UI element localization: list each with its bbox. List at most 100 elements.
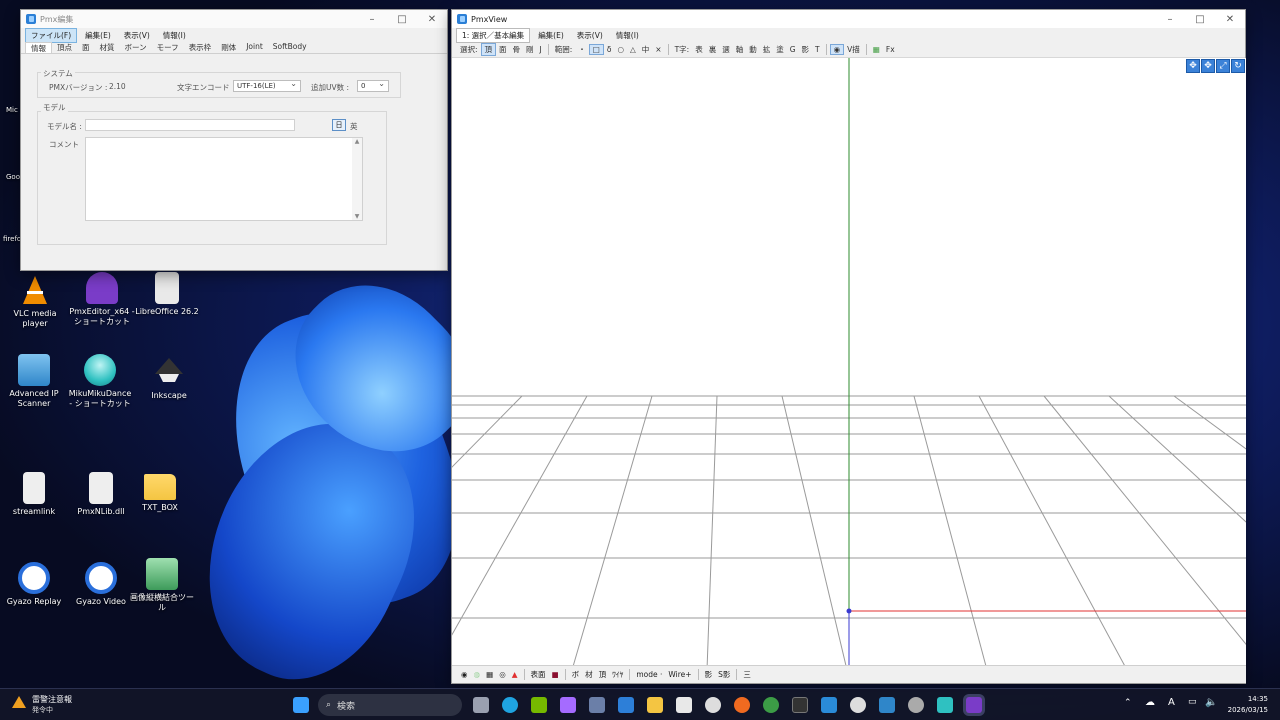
- range-center-button[interactable]: 中: [639, 44, 653, 55]
- pmxeditor-taskbar-icon[interactable]: [966, 697, 982, 713]
- mode-button[interactable]: mode ·: [633, 670, 665, 679]
- axis-front-button[interactable]: 表: [692, 44, 706, 55]
- menu-edit[interactable]: 編集(E): [533, 29, 569, 42]
- onedrive-icon[interactable]: ☁: [1145, 697, 1155, 708]
- obs-icon[interactable]: [908, 697, 924, 713]
- menu-info[interactable]: 情報(I): [158, 29, 191, 42]
- nvidia-icon[interactable]: [531, 697, 547, 713]
- menu-edit[interactable]: 編集(E): [80, 29, 116, 42]
- 3d-viewport[interactable]: ✥ ✥ ⤢ ↻: [452, 58, 1246, 670]
- chrome-icon[interactable]: [763, 697, 779, 713]
- axis-scale-button[interactable]: 拡: [760, 44, 774, 55]
- desktop-edge-label-1[interactable]: Mic: [6, 106, 18, 114]
- desktop-icon-inkscape[interactable]: Inkscape: [135, 356, 203, 401]
- wire-button[interactable]: ﾜｲﾔ: [609, 669, 626, 680]
- network-icon[interactable]: ▭: [1188, 697, 1197, 707]
- desktop-icon-vlc[interactable]: VLC media player: [1, 274, 69, 329]
- vscode-icon[interactable]: [821, 697, 837, 713]
- menu-view[interactable]: 表示(V): [119, 29, 155, 42]
- axis-t-button[interactable]: T: [812, 45, 823, 54]
- material-button[interactable]: 材: [582, 669, 596, 680]
- range-clear-button[interactable]: ×: [652, 45, 664, 54]
- firefox-icon[interactable]: [734, 697, 750, 713]
- menu-lines-button[interactable]: 三: [740, 669, 754, 680]
- vdraw-button[interactable]: V描: [844, 44, 863, 55]
- app-icon[interactable]: [618, 697, 634, 713]
- copilot-icon[interactable]: [560, 697, 576, 713]
- comment-scrollbar[interactable]: ▲ ▼: [352, 138, 362, 220]
- desktop-icon-pmxeditor[interactable]: PmxEditor_x64 - ショートカット: [68, 272, 136, 327]
- axis-select-button[interactable]: 選: [719, 44, 733, 55]
- wire-plus-button[interactable]: Wire+: [665, 670, 694, 679]
- tab-vertex[interactable]: 頂点: [52, 42, 77, 53]
- select-vertex-button[interactable]: 頂: [480, 43, 497, 56]
- axis-axis-button[interactable]: 軸: [733, 44, 747, 55]
- zoom-icon[interactable]: ⤢: [1216, 59, 1230, 73]
- terminal-icon[interactable]: [792, 697, 808, 713]
- axis-g-button[interactable]: G: [787, 45, 799, 54]
- taskbar-search[interactable]: ⌕ 検索: [318, 694, 462, 716]
- tab-face[interactable]: 面: [77, 42, 95, 53]
- range-circle-button[interactable]: ○: [614, 45, 627, 54]
- tab-material[interactable]: 材質: [95, 42, 120, 53]
- fx-button[interactable]: Fx: [883, 45, 898, 54]
- axis-shadow-button[interactable]: 影: [799, 44, 813, 55]
- mmd-taskbar-icon[interactable]: [937, 697, 953, 713]
- tab-bone[interactable]: ボーン: [120, 42, 152, 53]
- menu-file[interactable]: ファイル(F): [25, 27, 78, 43]
- bottom-toggle-icon[interactable]: ▦: [483, 670, 496, 679]
- select-joint-button[interactable]: J: [537, 45, 545, 54]
- additional-uv-select[interactable]: 0: [357, 79, 389, 92]
- store-icon[interactable]: [676, 697, 692, 713]
- view-toggle-icon[interactable]: ◉: [829, 44, 845, 55]
- tab-softbody[interactable]: SoftBody: [268, 42, 312, 53]
- tab-display-frame[interactable]: 表示枠: [184, 42, 217, 53]
- bottom-toggle-icon[interactable]: ◍: [471, 670, 484, 679]
- desktop-icon-gyazo-video[interactable]: Gyazo Video: [67, 562, 135, 607]
- grid-icon[interactable]: ▦: [870, 45, 883, 54]
- chatgpt-icon[interactable]: [705, 697, 721, 713]
- maximize-button[interactable]: □: [387, 14, 417, 25]
- volume-icon[interactable]: 🔈: [1205, 697, 1217, 708]
- bone-button[interactable]: ボ: [569, 669, 583, 680]
- clock-date[interactable]: 2026/03/15: [1220, 706, 1268, 714]
- app-icon[interactable]: [879, 697, 895, 713]
- desktop-icon-gyazo-replay[interactable]: Gyazo Replay: [0, 562, 68, 607]
- minimize-button[interactable]: –: [1155, 14, 1185, 25]
- desktop-icon-pmxnlib[interactable]: PmxNLib.dll: [67, 472, 135, 517]
- color-swatch-icon[interactable]: ■: [549, 670, 562, 679]
- file-explorer-icon[interactable]: [647, 697, 663, 713]
- tab-morph[interactable]: モーフ: [152, 42, 184, 53]
- desktop-icon-streamlink[interactable]: streamlink: [0, 472, 68, 517]
- view-titlebar[interactable]: PmxView – □ ✕: [452, 10, 1245, 28]
- bottom-toggle-icon[interactable]: ◎: [496, 670, 509, 679]
- close-button[interactable]: ✕: [1215, 14, 1245, 25]
- axis-paint-button[interactable]: 塗: [773, 44, 787, 55]
- vertex-button[interactable]: 頂: [596, 669, 610, 680]
- edge-icon[interactable]: [502, 697, 518, 713]
- comment-textarea[interactable]: ▲ ▼: [85, 137, 363, 221]
- move-icon[interactable]: ✥: [1201, 59, 1215, 73]
- editor-titlebar[interactable]: Pmx編集 – □ ✕: [21, 10, 447, 28]
- self-shadow-button[interactable]: S影: [715, 669, 733, 680]
- desktop-icon-libreoffice[interactable]: LibreOffice 26.2: [133, 272, 201, 317]
- surface-button[interactable]: 表面: [528, 669, 549, 680]
- range-rect-button[interactable]: □: [588, 44, 604, 55]
- model-name-input[interactable]: [85, 119, 295, 131]
- shadow-button[interactable]: 影: [702, 669, 716, 680]
- minimize-button[interactable]: –: [357, 14, 387, 25]
- bottom-toggle-icon[interactable]: ◉: [458, 670, 471, 679]
- warning-triangle-icon[interactable]: ▲: [509, 670, 521, 679]
- menu-view[interactable]: 表示(V): [572, 29, 608, 42]
- desktop-edge-label-2[interactable]: Goo: [6, 173, 20, 181]
- rotate-icon[interactable]: ↻: [1231, 59, 1245, 73]
- pan-icon[interactable]: ✥: [1186, 59, 1200, 73]
- range-lasso-button[interactable]: δ: [604, 45, 615, 54]
- ime-icon[interactable]: A: [1168, 697, 1175, 708]
- lang-en-toggle[interactable]: 英: [350, 121, 358, 132]
- encoding-select[interactable]: UTF-16(LE): [233, 79, 301, 92]
- select-bone-button[interactable]: 骨: [510, 44, 524, 55]
- tray-overflow-icon[interactable]: ⌃: [1124, 698, 1132, 708]
- app-icon[interactable]: [850, 697, 866, 713]
- tab-rigid-body[interactable]: 剛体: [216, 42, 241, 53]
